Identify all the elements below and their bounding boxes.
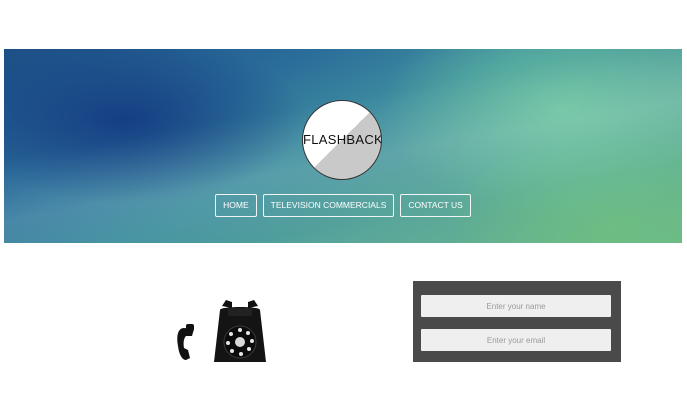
- nav-contact-us-button[interactable]: CONTACT US: [400, 194, 471, 217]
- nav-home-button[interactable]: HOME: [215, 194, 257, 217]
- name-input[interactable]: [421, 295, 611, 317]
- email-input[interactable]: [421, 329, 611, 351]
- rotary-telephone-icon: [170, 298, 280, 362]
- nav-television-commercials-button[interactable]: TELEVISION COMMERCIALS: [262, 194, 395, 217]
- contact-form: [413, 281, 621, 362]
- main-navigation: HOME TELEVISION COMMERCIALS CONTACT US: [4, 194, 682, 217]
- flashback-logo[interactable]: FLASHBACK: [302, 100, 382, 180]
- hero-banner: FLASHBACK HOME TELEVISION COMMERCIALS CO…: [4, 49, 682, 243]
- logo-text: FLASHBACK: [303, 132, 382, 147]
